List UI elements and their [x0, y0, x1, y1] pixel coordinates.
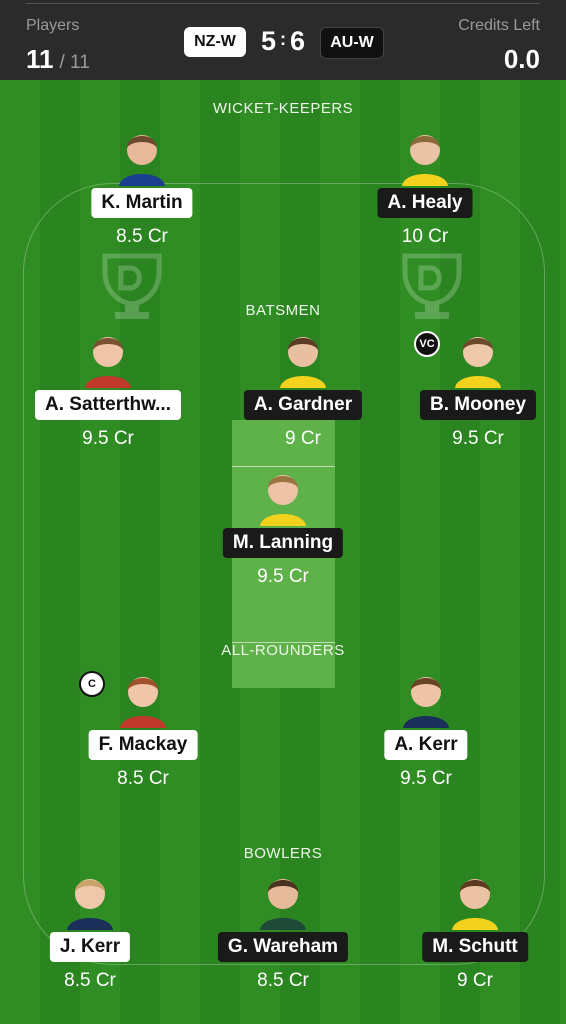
team-left-count: 5 [260, 26, 276, 56]
section-batsmen: BATSMEN [245, 302, 321, 319]
team-right-count: 6 [290, 26, 306, 56]
players-label: Players [26, 17, 80, 34]
player-name[interactable]: B. Mooney [419, 390, 537, 420]
player-avatar-icon [119, 135, 165, 186]
player-name[interactable]: G. Wareham [217, 932, 349, 962]
player-credits: 9.5 Cr [452, 428, 504, 449]
player-avatar-icon [403, 677, 449, 728]
header-divider [26, 3, 540, 4]
players-total: / 11 [59, 52, 90, 73]
player-credits: 8.5 Cr [64, 970, 116, 991]
player-credits: 10 Cr [401, 226, 449, 247]
credits-label: Credits Left [458, 17, 540, 34]
players-selected: 11 [26, 44, 54, 74]
player-avatar-icon [452, 879, 498, 930]
player-name[interactable]: A. Gardner [243, 390, 363, 420]
player-name[interactable]: K. Martin [91, 188, 193, 218]
player-avatar-icon [67, 879, 113, 930]
team-right-badge: AU-W [320, 27, 384, 59]
player-name[interactable]: A. Kerr [384, 730, 468, 760]
player-credits: 9.5 Cr [82, 428, 134, 449]
player-credits: 9.5 Cr [257, 566, 309, 587]
player-avatar-icon [402, 135, 448, 186]
section-bowlers: BOWLERS [243, 845, 323, 862]
player-avatar-icon [85, 337, 131, 388]
player-name[interactable]: M. Schutt [422, 932, 528, 962]
player-avatar-icon [120, 677, 166, 728]
players-count: 11/ 11 [26, 44, 90, 75]
player-credits: 9 Cr [285, 428, 321, 449]
player-name[interactable]: J. Kerr [49, 932, 131, 962]
score-separator: : [280, 29, 286, 49]
player-avatar-icon [280, 337, 326, 388]
player-name[interactable]: F. Mackay [88, 730, 198, 760]
player-credits: 8.5 Cr [257, 970, 309, 991]
player-name[interactable]: A. Satterthw... [35, 390, 181, 420]
player-avatar-icon [455, 337, 501, 388]
vice-captain-badge: VC [414, 331, 440, 357]
player-credits: 8.5 Cr [116, 226, 168, 247]
team-left-badge: NZ-W [184, 27, 246, 57]
team-split-score: 5:6 [250, 26, 316, 57]
player-name[interactable]: M. Lanning [222, 528, 344, 558]
crease-line [232, 466, 335, 467]
player-name[interactable]: A. Healy [377, 188, 473, 218]
player-credits: 9.5 Cr [400, 768, 452, 789]
player-credits: 8.5 Cr [117, 768, 169, 789]
captain-badge: C [79, 671, 105, 697]
player-avatar-icon [260, 475, 306, 526]
player-avatar-icon [260, 879, 306, 930]
credits-value: 0.0 [503, 44, 540, 74]
cricket-field: WICKET-KEEPERS BATSMEN ALL-ROUNDERS BOWL… [0, 80, 566, 1024]
section-all-rounders: ALL-ROUNDERS [221, 642, 345, 659]
team-header: Players 11/ 11 NZ-W 5:6 AU-W Credits Lef… [0, 0, 566, 80]
player-credits: 9 Cr [457, 970, 493, 991]
section-wicket-keepers: WICKET-KEEPERS [212, 100, 354, 117]
